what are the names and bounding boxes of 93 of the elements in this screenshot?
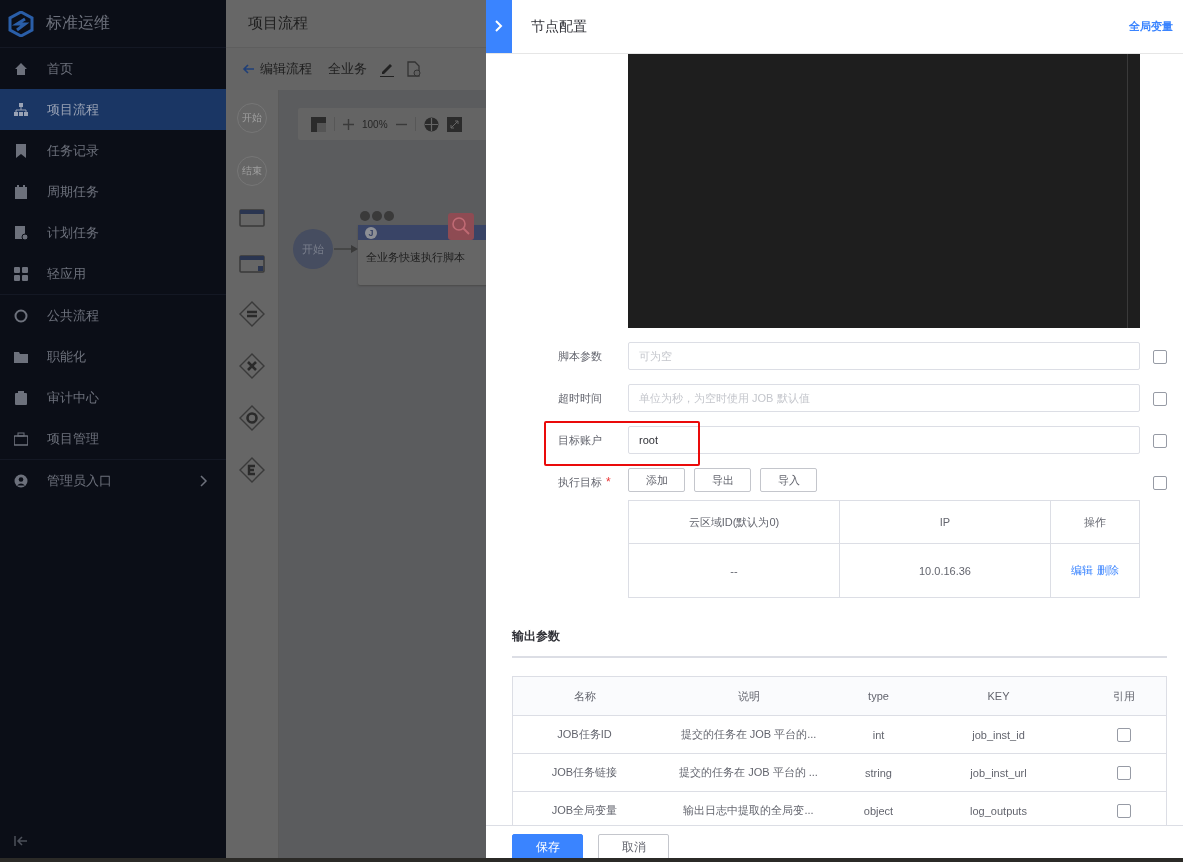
table-cell-text: int bbox=[871, 727, 886, 743]
save-button[interactable]: 保存 bbox=[512, 834, 583, 858]
table-cell-text: 提交的任务在 JOB 平台的 ... bbox=[678, 765, 819, 780]
nav-item[interactable]: 计划任务 bbox=[0, 212, 226, 253]
column-header: 引用 bbox=[1111, 688, 1136, 704]
home-icon bbox=[14, 61, 28, 76]
action-link[interactable]: 删除 bbox=[1097, 563, 1119, 578]
back-arrow-icon bbox=[242, 64, 254, 74]
collapse-panel-button[interactable] bbox=[486, 0, 512, 53]
table-cell-text: object bbox=[862, 803, 895, 819]
checkbox[interactable] bbox=[1116, 727, 1131, 742]
layout-icon bbox=[311, 116, 326, 132]
user-circle-icon bbox=[14, 473, 28, 488]
nav-item[interactable]: 轻应用 bbox=[0, 253, 226, 294]
checkbox[interactable] bbox=[1153, 476, 1167, 490]
page-title: 项目流程 bbox=[248, 14, 308, 33]
global-variables-link[interactable]: 全局变量 bbox=[1129, 19, 1173, 34]
button[interactable]: 导出 bbox=[694, 468, 751, 492]
clipboard-icon bbox=[14, 390, 28, 405]
nav-item[interactable]: 管理员入口 bbox=[0, 460, 226, 501]
calendar-icon bbox=[14, 184, 28, 199]
zoom-in-icon bbox=[343, 118, 354, 130]
button[interactable]: 添加 bbox=[628, 468, 685, 492]
task-node-icon bbox=[239, 209, 265, 227]
checkbox[interactable] bbox=[1153, 350, 1167, 364]
nav-item[interactable]: 首页 bbox=[0, 48, 226, 89]
table-cell-text: JOB任务链接 bbox=[550, 765, 619, 780]
pencil-icon bbox=[379, 61, 395, 77]
table-cell-text: 提交的任务在 JOB 平台的... bbox=[679, 727, 818, 742]
nav-item[interactable]: 审计中心 bbox=[0, 377, 226, 418]
node-label: 全业务快速执行脚本 bbox=[365, 250, 466, 265]
gateway-equal-icon bbox=[239, 301, 265, 327]
column-header: 名称 bbox=[572, 688, 597, 704]
document-clock-icon bbox=[14, 225, 28, 240]
table-cell-text: JOB任务ID bbox=[556, 727, 613, 742]
grid-icon bbox=[14, 266, 28, 281]
briefcase-icon bbox=[14, 431, 28, 446]
target-icon bbox=[423, 116, 439, 132]
logo-icon bbox=[8, 10, 34, 37]
column-header: 说明 bbox=[736, 688, 761, 704]
nav-item[interactable]: 项目管理 bbox=[0, 418, 226, 459]
checkbox[interactable] bbox=[1153, 434, 1167, 448]
nav-item[interactable]: 公共流程 bbox=[0, 295, 226, 336]
checkbox[interactable] bbox=[1153, 392, 1167, 406]
checkbox[interactable] bbox=[1116, 803, 1131, 818]
nav-item[interactable]: 职能化 bbox=[0, 336, 226, 377]
table-cell-text: log_outputs bbox=[969, 803, 1028, 819]
node-status-icons bbox=[360, 211, 394, 221]
task-node[interactable]: J 全业务快速执行脚本 bbox=[358, 225, 486, 285]
panel-title: 节点配置 bbox=[531, 17, 588, 36]
circle-icon bbox=[14, 308, 28, 323]
node-badge: J bbox=[365, 226, 377, 239]
table-cell-text: string bbox=[864, 765, 893, 781]
action-link[interactable]: 编辑 bbox=[1071, 563, 1093, 578]
checkbox[interactable] bbox=[1116, 765, 1131, 780]
table-cell: -- bbox=[629, 544, 840, 597]
field-label: 执行目标 bbox=[558, 474, 602, 490]
required-mark: * bbox=[606, 475, 611, 489]
folder-icon bbox=[14, 349, 28, 364]
app-title: 标准运维 bbox=[46, 13, 110, 33]
table-cell-text: job_inst_id bbox=[971, 727, 1026, 743]
collapse-icon bbox=[14, 836, 28, 846]
cancel-button[interactable]: 取消 bbox=[598, 834, 669, 858]
field-label: 脚本参数 bbox=[558, 348, 602, 364]
nav-item[interactable]: 项目流程 bbox=[0, 89, 226, 130]
search-icon bbox=[448, 213, 474, 240]
gateway-x-icon bbox=[239, 353, 265, 379]
back-link[interactable]: 编辑流程 bbox=[242, 60, 312, 78]
table-cell-text: 输出日志中提取的全局变... bbox=[682, 803, 815, 818]
file-settings-icon bbox=[407, 61, 421, 77]
input-field[interactable]: root bbox=[628, 426, 1140, 454]
column-header: KEY bbox=[986, 689, 1011, 704]
org-chart-icon bbox=[14, 102, 28, 117]
field-label: 超时时间 bbox=[558, 390, 602, 406]
gateway-e-icon bbox=[239, 457, 265, 483]
column-header: 操作 bbox=[1083, 514, 1107, 530]
nav-item[interactable]: 任务记录 bbox=[0, 130, 226, 171]
column-header: IP bbox=[840, 501, 1051, 543]
chevron-right-icon bbox=[495, 20, 503, 32]
connector-arrow bbox=[334, 245, 358, 253]
subprocess-node-icon bbox=[239, 255, 265, 273]
button[interactable]: 导入 bbox=[760, 468, 817, 492]
table-cell: 10.0.16.36 bbox=[840, 544, 1051, 597]
column-header: type bbox=[867, 689, 890, 704]
column-header: 云区域ID(默认为0) bbox=[629, 501, 840, 543]
flow-name: 全业务 bbox=[328, 60, 367, 78]
table-cell-text: JOB全局变量 bbox=[550, 803, 619, 818]
bookmark-icon bbox=[14, 143, 28, 158]
field-label: 目标账户 bbox=[558, 432, 602, 448]
nav-item[interactable]: 周期任务 bbox=[0, 171, 226, 212]
section-title: 输出参数 bbox=[512, 628, 1167, 658]
table-cell-text: job_inst_url bbox=[969, 765, 1028, 781]
fullscreen-icon bbox=[446, 116, 462, 132]
